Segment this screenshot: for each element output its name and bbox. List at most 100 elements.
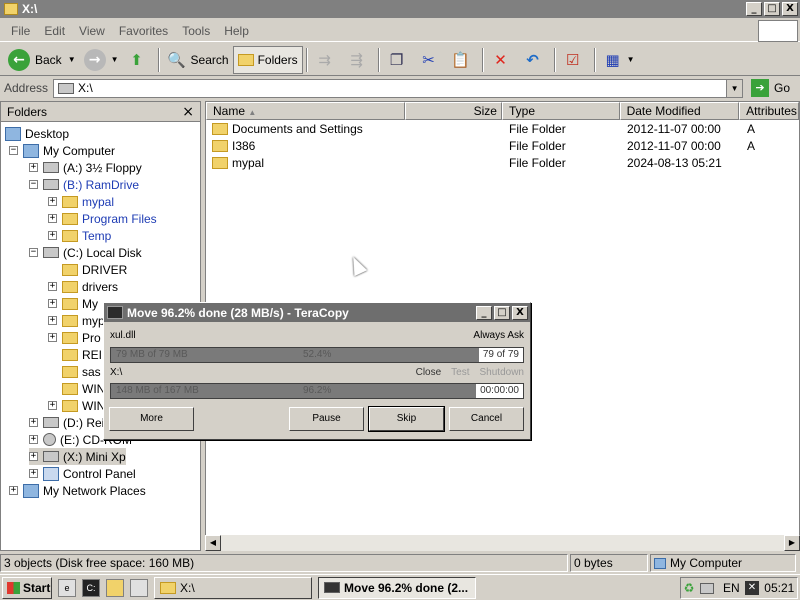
window-titlebar[interactable]: X:\ _ □ X [0,0,800,18]
test-option[interactable]: Test [451,367,469,378]
menu-view[interactable]: View [72,24,112,38]
chevron-down-icon[interactable]: ▼ [726,79,743,97]
menu-help[interactable]: Help [217,24,256,38]
close-button[interactable]: X [782,2,798,16]
folders-button[interactable]: Folders [232,45,303,74]
tree-item-myp[interactable]: + myp [48,312,105,329]
minimize-button[interactable]: _ [746,2,762,16]
copy-to-button[interactable]: ⇶ [343,46,375,74]
close-option[interactable]: Close [416,367,442,378]
collapse-icon[interactable]: − [29,180,38,189]
expand-icon[interactable]: + [9,486,18,495]
column-header-name[interactable]: Name ▲ [206,102,406,120]
collapse-icon[interactable]: − [9,146,18,155]
views-button[interactable]: ▦ ▼ [599,46,639,74]
shutdown-option[interactable]: Shutdown [480,367,524,378]
column-header-attributes[interactable]: Attributes [739,102,799,120]
tree-item-win-1[interactable]: WIN [62,380,105,397]
tree-item-ramdrive[interactable]: − (B:) RamDrive [29,176,139,193]
column-header-size[interactable]: Size [405,102,502,120]
paste-button[interactable]: 📋 [447,46,479,74]
expand-icon[interactable]: + [29,435,38,444]
expand-icon[interactable]: + [29,452,38,461]
tree-item-desktop[interactable]: Desktop [5,125,69,142]
expand-icon[interactable]: + [48,231,57,240]
ie-quicklaunch-icon[interactable]: e [58,578,76,597]
cmd-quicklaunch-icon[interactable]: C: [82,578,100,597]
tree-item-win-2[interactable]: + WIN [48,397,105,414]
explorer-quicklaunch-icon[interactable] [106,578,124,597]
copy-button[interactable]: ❐ [383,46,415,74]
teracopy-titlebar[interactable]: Move 96.2% done (28 MB/s) - TeraCopy _ □… [104,303,530,322]
tree-item-sas[interactable]: sas [62,363,101,380]
teracopy-tray-icon[interactable]: ✕ [744,581,759,595]
expand-icon[interactable]: + [48,197,57,206]
tree-item-pro[interactable]: + Pro [48,329,101,346]
chevron-down-icon[interactable]: ▼ [68,55,76,64]
table-row[interactable]: I386 File Folder 2012-11-07 00:00 A [206,137,799,154]
scroll-left-icon[interactable]: ◀ [205,535,221,551]
taskbar-item-explorer[interactable]: X:\ [154,576,312,599]
delete-button[interactable]: ✕ [487,46,519,74]
drive-tray-icon[interactable] [699,582,714,594]
tree-item-my[interactable]: + My [48,295,98,312]
maximize-button[interactable]: □ [764,2,780,16]
menu-favorites[interactable]: Favorites [112,24,175,38]
tree-item-program-files[interactable]: + Program Files [48,210,157,227]
cut-button[interactable]: ✂ [415,46,447,74]
cancel-button[interactable]: Cancel [449,407,524,431]
undo-button[interactable]: ↶ [519,46,551,74]
tree-item-rei[interactable]: REI [62,346,102,363]
minimize-button[interactable]: _ [476,305,492,320]
expand-icon[interactable]: + [48,299,57,308]
scroll-right-icon[interactable]: ▶ [784,535,800,551]
tree-item-d-drive[interactable]: + (D:) Rei [29,414,104,431]
tree-item-mypal[interactable]: + mypal [48,193,114,210]
tree-item-control-panel[interactable]: + Control Panel [29,465,136,482]
expand-icon[interactable]: + [29,163,38,172]
properties-button[interactable]: ☑ [559,46,591,74]
search-button[interactable]: 🔍 Search [163,46,233,74]
column-header-date[interactable]: Date Modified [619,102,740,120]
tree-item-local-disk[interactable]: − (C:) Local Disk [29,244,142,261]
address-input[interactable]: X:\ ▼ [53,78,744,98]
tree-item-network[interactable]: + My Network Places [9,482,146,499]
expand-icon[interactable]: + [48,333,57,342]
expand-icon[interactable]: + [48,282,57,291]
expand-icon[interactable]: + [29,469,38,478]
language-indicator[interactable]: EN [723,581,740,595]
tree-item-floppy[interactable]: + (A:) 3½ Floppy [29,159,142,176]
expand-icon[interactable]: + [48,214,57,223]
skip-button[interactable]: Skip [368,406,445,432]
column-header-type[interactable]: Type [501,102,620,120]
chevron-down-icon[interactable]: ▼ [111,55,119,64]
table-row[interactable]: Documents and Settings File Folder 2012-… [206,120,799,137]
move-to-button[interactable]: ⇉ [311,46,343,74]
menu-file[interactable]: File [4,24,37,38]
tree-item-mini-xp[interactable]: + (X:) Mini Xp [29,448,126,465]
forward-button[interactable]: → ▼ [80,46,123,74]
more-button[interactable]: More [109,407,194,431]
desktop-quicklaunch-icon[interactable] [130,578,148,597]
maximize-button[interactable]: □ [494,305,510,320]
pause-button[interactable]: Pause [289,407,364,431]
menu-edit[interactable]: Edit [37,24,72,38]
table-row[interactable]: mypal File Folder 2024-08-13 05:21 [206,154,799,171]
start-button[interactable]: Start [2,576,52,599]
close-button[interactable]: X [512,305,528,320]
go-button[interactable]: ➔ Go [751,79,790,97]
back-button[interactable]: ← Back ▼ [4,46,80,74]
expand-icon[interactable]: + [48,401,57,410]
tree-item-temp[interactable]: + Temp [48,227,111,244]
up-button[interactable]: ⬆ [123,46,155,74]
expand-icon[interactable]: + [48,316,57,325]
tree-item-drivers[interactable]: + drivers [48,278,118,295]
tree-item-driver[interactable]: DRIVER [62,261,127,278]
taskbar-item-teracopy[interactable]: Move 96.2% done (2... [318,576,476,599]
collapse-icon[interactable]: − [29,248,38,257]
always-ask-link[interactable]: Always Ask [473,330,524,341]
safely-remove-icon[interactable]: ♻ [684,581,695,595]
tree-item-my-computer[interactable]: − My Computer [9,142,115,159]
expand-icon[interactable]: + [29,418,38,427]
close-pane-icon[interactable]: × [182,104,194,120]
